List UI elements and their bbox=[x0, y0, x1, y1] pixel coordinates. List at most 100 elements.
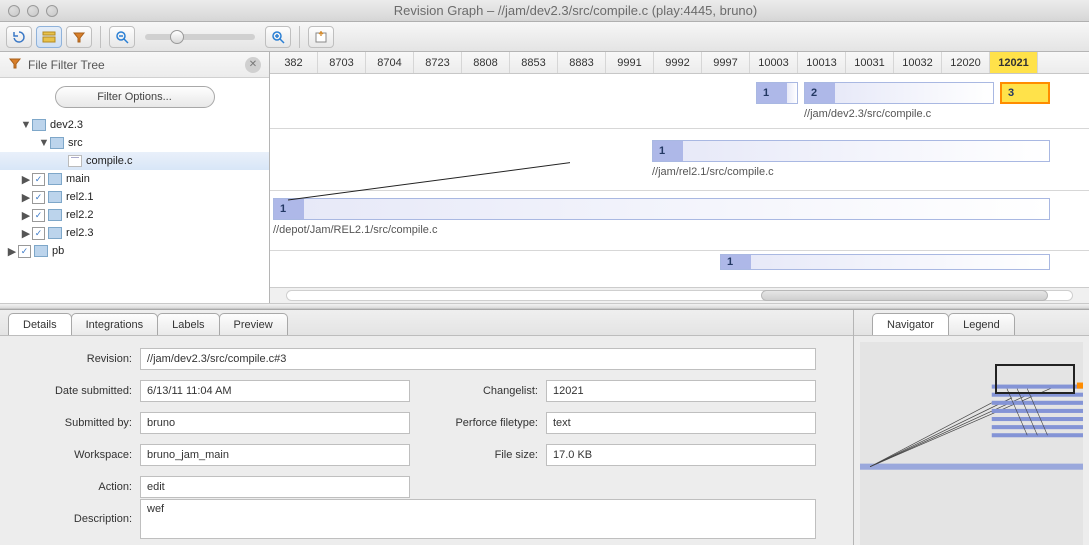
tree-label: dev2.3 bbox=[50, 119, 83, 131]
tab-labels[interactable]: Labels bbox=[157, 313, 219, 335]
filter-options-button[interactable]: Filter Options... bbox=[55, 86, 215, 108]
tree-label: compile.c bbox=[86, 155, 132, 167]
graph-canvas[interactable]: 1 2 3 //jam/dev2.3/src/compile.c 1 //jam… bbox=[270, 74, 1089, 287]
details-form: Revision: //jam/dev2.3/src/compile.c#3 D… bbox=[0, 336, 853, 545]
tab-details[interactable]: Details bbox=[8, 313, 72, 335]
tree-node-compile[interactable]: compile.c bbox=[0, 152, 269, 170]
checkbox[interactable]: ✓ bbox=[32, 173, 45, 186]
ruler-cell[interactable]: 8853 bbox=[510, 52, 558, 73]
date-field[interactable]: 6/13/11 11:04 AM bbox=[140, 380, 410, 402]
tab-integrations[interactable]: Integrations bbox=[71, 313, 158, 335]
ruler-cell[interactable]: 10013 bbox=[798, 52, 846, 73]
close-window-icon[interactable] bbox=[8, 5, 20, 17]
revision-field[interactable]: //jam/dev2.3/src/compile.c#3 bbox=[140, 348, 816, 370]
zoom-slider[interactable] bbox=[145, 34, 255, 40]
action-field[interactable]: edit bbox=[140, 476, 410, 498]
export-button[interactable] bbox=[308, 26, 334, 48]
ruler-cell[interactable]: 12021 bbox=[990, 52, 1038, 73]
filetype-field[interactable]: text bbox=[546, 412, 816, 434]
tree-node-pb[interactable]: ▶✓pb bbox=[0, 242, 269, 260]
ruler-cell[interactable]: 10032 bbox=[894, 52, 942, 73]
checkbox[interactable]: ✓ bbox=[32, 209, 45, 222]
refresh-button[interactable] bbox=[6, 26, 32, 48]
tree-node-rel21[interactable]: ▶✓rel2.1 bbox=[0, 188, 269, 206]
window-controls[interactable] bbox=[8, 5, 58, 17]
ruler-cell[interactable]: 9991 bbox=[606, 52, 654, 73]
date-label: Date submitted: bbox=[12, 385, 132, 397]
tree-label: src bbox=[68, 137, 83, 149]
zoom-window-icon[interactable] bbox=[46, 5, 58, 17]
branch-path: //depot/Jam/REL2.1/src/compile.c bbox=[273, 224, 437, 236]
window-title: Revision Graph – //jam/dev2.3/src/compil… bbox=[70, 3, 1081, 18]
tab-navigator[interactable]: Navigator bbox=[872, 313, 949, 335]
filesize-field[interactable]: 17.0 KB bbox=[546, 444, 816, 466]
filter-tree-button[interactable] bbox=[36, 26, 62, 48]
revision-box-selected[interactable]: 3 bbox=[1000, 82, 1050, 104]
navigator-viewport[interactable] bbox=[995, 364, 1075, 394]
tree-node-dev23[interactable]: ▼dev2.3 bbox=[0, 116, 269, 134]
ruler-cell[interactable]: 8883 bbox=[558, 52, 606, 73]
filetype-label: Perforce filetype: bbox=[418, 417, 538, 429]
ruler-cell[interactable]: 9992 bbox=[654, 52, 702, 73]
tree-node-rel22[interactable]: ▶✓rel2.2 bbox=[0, 206, 269, 224]
filesize-label: File size: bbox=[418, 449, 538, 461]
zoom-in-button[interactable] bbox=[265, 26, 291, 48]
ruler-cell[interactable]: 9997 bbox=[702, 52, 750, 73]
navigator-minimap[interactable] bbox=[860, 342, 1083, 545]
workspace-field[interactable]: bruno_jam_main bbox=[140, 444, 410, 466]
folder-icon bbox=[32, 119, 46, 131]
ruler-cell[interactable]: 8723 bbox=[414, 52, 462, 73]
revision-box[interactable]: 1 bbox=[652, 140, 1050, 162]
tree-label: main bbox=[66, 173, 90, 185]
folder-icon bbox=[34, 245, 48, 257]
titlebar: Revision Graph – //jam/dev2.3/src/compil… bbox=[0, 0, 1089, 22]
tree-label: pb bbox=[52, 245, 64, 257]
revision-label: Revision: bbox=[12, 353, 132, 365]
zoom-out-button[interactable] bbox=[109, 26, 135, 48]
scrollbar-thumb[interactable] bbox=[761, 290, 1048, 301]
toolbar bbox=[0, 22, 1089, 52]
revision-box[interactable]: 1 bbox=[273, 198, 1050, 220]
ruler-cell[interactable]: 8703 bbox=[318, 52, 366, 73]
tree-label: rel2.2 bbox=[66, 209, 94, 221]
tree-label: rel2.3 bbox=[66, 227, 94, 239]
checkbox[interactable]: ✓ bbox=[32, 227, 45, 240]
filter-button[interactable] bbox=[66, 26, 92, 48]
tree-node-src[interactable]: ▼src bbox=[0, 134, 269, 152]
changelist-field[interactable]: 12021 bbox=[546, 380, 816, 402]
minimize-window-icon[interactable] bbox=[27, 5, 39, 17]
description-field[interactable]: wef bbox=[140, 499, 816, 539]
ruler-cell[interactable]: 8808 bbox=[462, 52, 510, 73]
ruler-cell[interactable]: 12020 bbox=[942, 52, 990, 73]
folder-icon bbox=[48, 209, 62, 221]
tab-preview[interactable]: Preview bbox=[219, 313, 288, 335]
checkbox[interactable]: ✓ bbox=[32, 191, 45, 204]
action-label: Action: bbox=[12, 481, 132, 493]
revision-box[interactable]: 1 bbox=[720, 254, 1050, 270]
zoom-slider-knob[interactable] bbox=[170, 30, 184, 44]
file-tree[interactable]: ▼dev2.3 ▼src compile.c ▶✓main ▶✓rel2.1 ▶… bbox=[0, 114, 269, 303]
close-filter-icon[interactable]: ✕ bbox=[245, 57, 261, 73]
tree-node-main[interactable]: ▶✓main bbox=[0, 170, 269, 188]
ruler-cell[interactable]: 382 bbox=[270, 52, 318, 73]
filter-icon bbox=[8, 56, 22, 73]
horizontal-scrollbar[interactable] bbox=[270, 287, 1089, 303]
ruler-cell[interactable]: 10031 bbox=[846, 52, 894, 73]
navigator-tabs: NavigatorLegend bbox=[854, 310, 1089, 336]
revision-box[interactable]: 1 bbox=[756, 82, 798, 104]
ruler-cell[interactable]: 8704 bbox=[366, 52, 414, 73]
revision-graph[interactable]: 3828703870487238808885388839991999299971… bbox=[270, 52, 1089, 303]
filter-panel: File Filter Tree ✕ Filter Options... ▼de… bbox=[0, 52, 270, 303]
checkbox[interactable]: ✓ bbox=[18, 245, 31, 258]
changelist-ruler[interactable]: 3828703870487238808885388839991999299971… bbox=[270, 52, 1089, 74]
filter-title: File Filter Tree bbox=[28, 58, 245, 72]
revision-box[interactable]: 2 bbox=[804, 82, 994, 104]
ruler-cell[interactable]: 10003 bbox=[750, 52, 798, 73]
tab-legend[interactable]: Legend bbox=[948, 313, 1015, 335]
details-tabs: DetailsIntegrationsLabelsPreview bbox=[0, 310, 853, 336]
separator bbox=[100, 26, 101, 48]
submittedby-field[interactable]: bruno bbox=[140, 412, 410, 434]
folder-icon bbox=[48, 191, 62, 203]
branch-path: //jam/rel2.1/src/compile.c bbox=[652, 166, 774, 178]
tree-node-rel23[interactable]: ▶✓rel2.3 bbox=[0, 224, 269, 242]
